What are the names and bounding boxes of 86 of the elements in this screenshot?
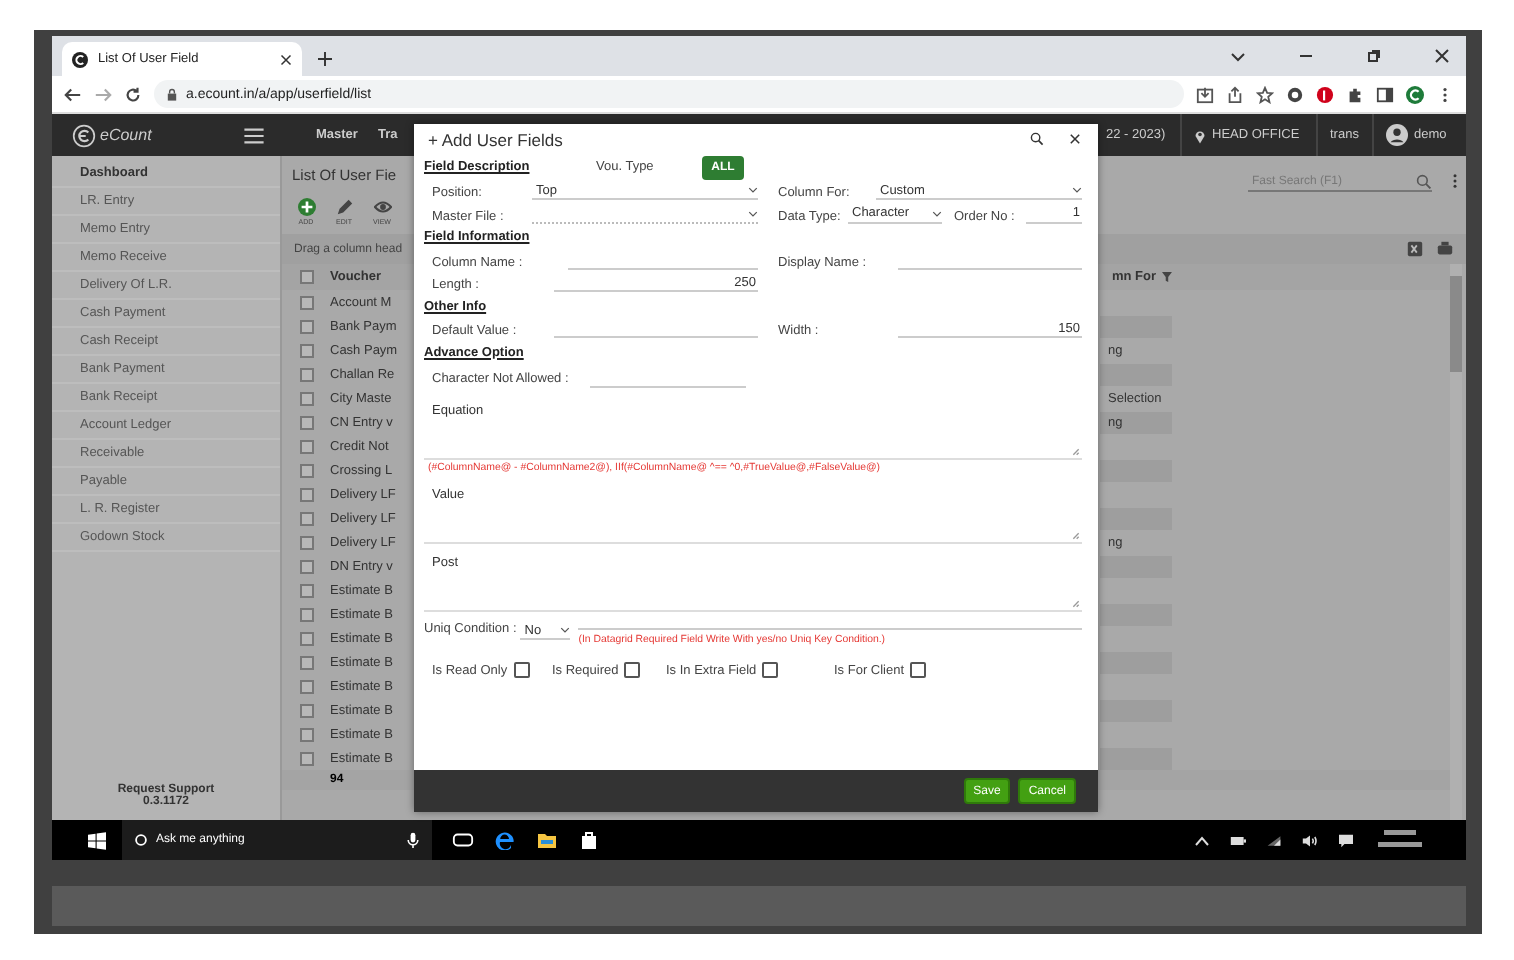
checkbox[interactable]: [299, 415, 313, 429]
wifi-icon[interactable]: [1266, 833, 1282, 847]
checkbox[interactable]: [299, 559, 313, 573]
caret-icon[interactable]: [932, 209, 942, 218]
shopping-bag-icon[interactable]: [578, 830, 600, 850]
checkbox[interactable]: [299, 487, 313, 501]
checkbox[interactable]: [624, 662, 641, 678]
share-icon[interactable]: [1226, 85, 1244, 103]
checkbox[interactable]: [299, 751, 313, 765]
checkbox[interactable]: [299, 655, 313, 669]
lock-icon: [166, 87, 178, 101]
search-icon[interactable]: [1030, 132, 1044, 146]
table-cell: [1100, 651, 1172, 673]
table-cell: [1100, 603, 1172, 625]
menu-icon[interactable]: [244, 127, 264, 143]
checkbox[interactable]: [299, 391, 313, 405]
side-panel-icon[interactable]: [1376, 85, 1394, 103]
checkbox[interactable]: [299, 535, 313, 549]
star-icon[interactable]: [1256, 85, 1274, 103]
resize-grip-icon[interactable]: [1072, 532, 1080, 540]
browser-e-icon[interactable]: [494, 830, 516, 850]
logo-icon: [72, 123, 96, 147]
restore-icon[interactable]: [1366, 48, 1382, 64]
print-icon[interactable]: [1436, 240, 1454, 258]
folder-icon[interactable]: [536, 830, 558, 850]
reload-icon[interactable]: [124, 85, 142, 103]
windows-logo-icon[interactable]: [88, 831, 106, 849]
chevron-up-icon[interactable]: [1194, 833, 1210, 847]
checkbox[interactable]: [299, 631, 313, 645]
table-cell: [1100, 507, 1172, 529]
location-pin-icon: [1194, 127, 1206, 143]
chevron-down-icon[interactable]: [1230, 48, 1246, 64]
checkbox[interactable]: [299, 703, 313, 717]
dialog-title: + Add User Fields: [428, 129, 563, 149]
pencil-icon: [335, 198, 353, 216]
checkbox[interactable]: [513, 662, 530, 678]
caret-icon[interactable]: [1072, 186, 1082, 195]
checkbox[interactable]: [299, 511, 313, 525]
table-cell: [1100, 315, 1172, 337]
checkbox[interactable]: [762, 662, 779, 678]
close-icon[interactable]: [1434, 48, 1450, 64]
extension-icon[interactable]: [1286, 85, 1304, 103]
logo-text: eCount: [100, 126, 152, 144]
table-cell: [1100, 363, 1172, 385]
caret-icon[interactable]: [748, 186, 758, 195]
table-cell: [1100, 555, 1172, 577]
notification-icon[interactable]: [1338, 833, 1354, 847]
checkbox[interactable]: [299, 727, 313, 741]
kebab-menu-icon[interactable]: [1452, 172, 1458, 190]
microphone-icon[interactable]: [406, 832, 420, 848]
close-icon[interactable]: [280, 53, 292, 65]
checkbox[interactable]: [299, 439, 313, 453]
checkbox[interactable]: [299, 295, 313, 309]
eye-icon: [373, 198, 391, 216]
checkbox[interactable]: [299, 583, 313, 597]
new-tab-icon[interactable]: [318, 52, 332, 66]
puzzle-icon[interactable]: [1346, 85, 1364, 103]
checkbox[interactable]: [299, 607, 313, 621]
search-icon: [134, 832, 148, 848]
scrollbar-track[interactable]: [1450, 264, 1462, 820]
resize-grip-icon[interactable]: [1072, 448, 1080, 456]
checkbox[interactable]: [299, 463, 313, 477]
checkbox[interactable]: [299, 343, 313, 357]
battery-icon[interactable]: [1230, 833, 1246, 847]
back-icon[interactable]: [64, 85, 82, 103]
filter-icon[interactable]: [1162, 272, 1172, 282]
logo-icon: [72, 51, 88, 67]
checkbox[interactable]: [910, 662, 927, 678]
speaker-icon[interactable]: [1302, 833, 1318, 847]
user-avatar-icon: [1386, 124, 1408, 146]
caret-icon[interactable]: [560, 626, 571, 634]
resize-grip-icon[interactable]: [1072, 600, 1080, 608]
add-icon: [297, 198, 315, 216]
checkbox[interactable]: [299, 367, 313, 381]
profile-icon[interactable]: [1406, 85, 1424, 103]
task-view-icon[interactable]: [452, 830, 474, 850]
table-cell: [1100, 459, 1172, 481]
excel-icon[interactable]: [1406, 240, 1424, 258]
checkbox[interactable]: [299, 319, 313, 333]
checkbox[interactable]: [299, 679, 313, 693]
checkbox[interactable]: [299, 270, 313, 284]
scrollbar-thumb[interactable]: [1450, 276, 1462, 372]
table-cell: [1100, 699, 1172, 721]
close-icon[interactable]: [1068, 132, 1082, 146]
caret-icon[interactable]: [748, 209, 758, 218]
download-icon[interactable]: [1196, 85, 1214, 103]
